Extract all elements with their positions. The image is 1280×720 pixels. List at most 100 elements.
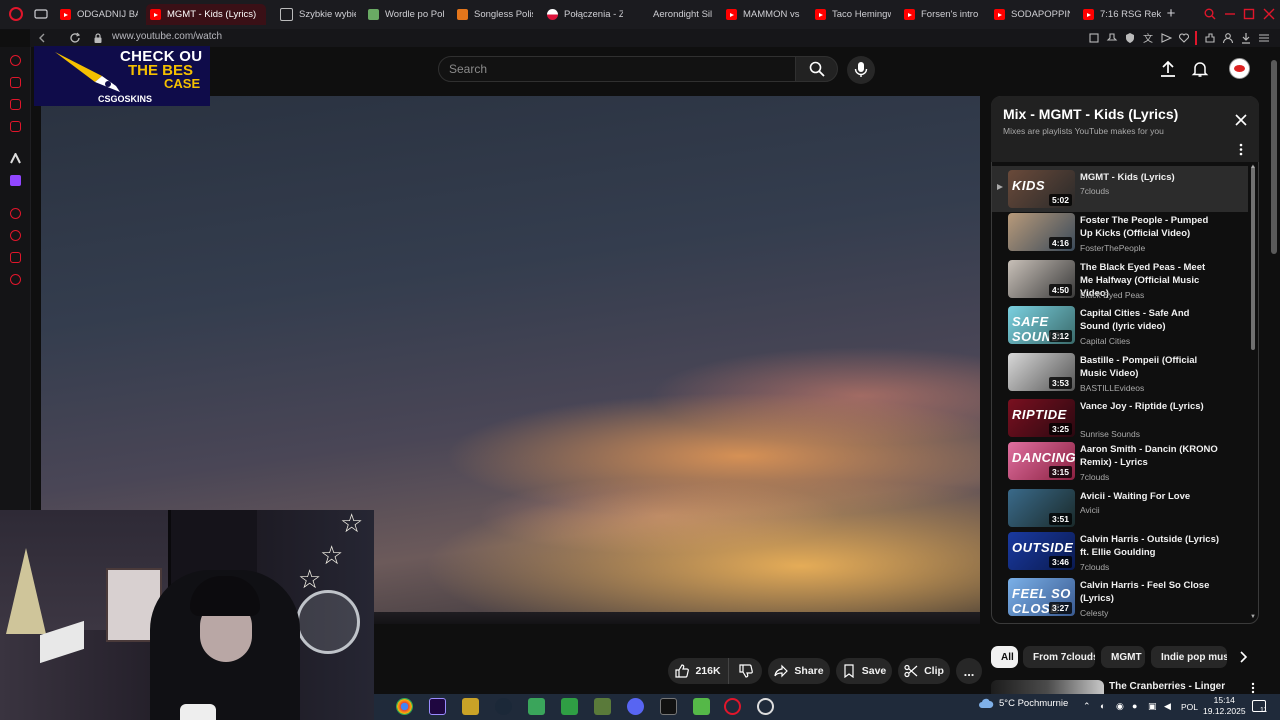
browser-tab[interactable]: MAMMON vs M — [722, 4, 802, 25]
video-title[interactable]: Foster The People - Pumped Up Kicks (Off… — [1080, 214, 1220, 240]
browser-tab[interactable]: Songless Polish — [453, 4, 533, 25]
playlist-item[interactable]: DANCING 3:15 Aaron Smith - Dancin (KRONO R… — [992, 438, 1248, 484]
opera-taskbar-icon[interactable] — [724, 698, 741, 715]
browser-tab[interactable]: SODAPOPPIN — [990, 4, 1070, 25]
channel-name[interactable]: BASTILLEvideos — [1080, 383, 1144, 393]
terminal-icon[interactable] — [660, 698, 677, 715]
microphone-tray-icon[interactable]: ● — [1132, 701, 1142, 711]
search-tabs-icon[interactable] — [1204, 8, 1216, 20]
browser-tab[interactable]: Forsen's intro c — [900, 4, 980, 25]
playlist-item[interactable]: 4:16 Foster The People - Pumped Up Kicks … — [992, 209, 1248, 255]
browser-tab[interactable]: Szybkie wybie — [276, 4, 356, 25]
new-tab-button[interactable]: + — [1163, 6, 1179, 22]
video-thumbnail[interactable]: 4:50 — [1008, 260, 1075, 298]
app-icon[interactable] — [462, 698, 479, 715]
browser-tab[interactable]: Wordle po Pols — [364, 4, 444, 25]
aria-icon[interactable] — [10, 55, 21, 66]
playlist-item[interactable]: 3:51 Avicii - Waiting For Love Avicii — [992, 485, 1248, 531]
account-avatar[interactable] — [1229, 58, 1250, 79]
reload-icon[interactable] — [69, 32, 81, 44]
snapshot-icon[interactable] — [1088, 32, 1100, 44]
playlist-item[interactable]: RIPTIDE 3:25 Vance Joy - Riptide (Lyrics) S… — [992, 395, 1248, 441]
video-title[interactable]: Vance Joy - Riptide (Lyrics) — [1080, 400, 1220, 413]
playlist-item[interactable]: KIDS 5:02 MGMT - Kids (Lyrics) 7clouds — [992, 166, 1248, 212]
channel-name[interactable]: Capital Cities — [1080, 336, 1130, 346]
upload-icon[interactable] — [1159, 60, 1177, 78]
messenger-icon[interactable] — [10, 99, 21, 110]
video-thumbnail[interactable]: 3:53 — [1008, 353, 1075, 391]
pin-icon[interactable] — [1106, 32, 1118, 44]
like-button[interactable]: 216K — [668, 658, 728, 684]
playlist-item[interactable]: SAFE SOUND 3:12 Capital Cities - Safe And … — [992, 302, 1248, 348]
discord-icon[interactable] — [627, 698, 644, 715]
steam-icon[interactable] — [495, 698, 512, 715]
video-thumbnail[interactable]: DANCING 3:15 — [1008, 442, 1075, 480]
page-scrollbar[interactable] — [1271, 60, 1277, 254]
download-icon[interactable] — [1240, 32, 1252, 44]
browser-tab[interactable]: 7:16 RSG Rekon — [1079, 4, 1161, 25]
tiktok-icon[interactable] — [10, 153, 21, 164]
save-button[interactable]: Save — [836, 658, 892, 684]
channel-name[interactable]: Black Eyed Peas — [1080, 290, 1144, 300]
launcher-icon[interactable] — [594, 698, 611, 715]
tray-app-icon[interactable]: ◐ — [1100, 701, 1110, 711]
channel-name[interactable]: Avicii — [1080, 505, 1100, 515]
video-thumbnail[interactable]: OUTSIDE 3:46 — [1008, 532, 1075, 570]
heart-icon[interactable] — [1178, 32, 1190, 44]
scroll-down-icon[interactable]: ▼ — [1250, 614, 1256, 620]
translate-icon[interactable]: 文 — [1142, 32, 1154, 44]
playlist-item[interactable]: 4:50 The Black Eyed Peas - Meet Me Halfwa… — [992, 256, 1248, 302]
close-window-icon[interactable] — [1263, 8, 1275, 20]
video-title[interactable]: Calvin Harris - Outside (Lyrics) ft. Ell… — [1080, 533, 1220, 559]
browser-tab[interactable]: MGMT - Kids (Lyrics) — [146, 4, 266, 25]
minecraft-icon[interactable] — [561, 698, 578, 715]
channel-name[interactable]: 7clouds — [1080, 472, 1109, 482]
notes-icon[interactable] — [528, 698, 545, 715]
game-icon[interactable] — [693, 698, 710, 715]
language-indicator[interactable]: POL — [1181, 702, 1198, 712]
tray-app-icon[interactable]: ▣ — [1148, 701, 1158, 711]
dislike-button[interactable] — [728, 658, 762, 684]
video-title[interactable]: Bastille - Pompeii (Official Music Video… — [1080, 354, 1220, 380]
search-box[interactable] — [438, 56, 796, 82]
maximize-icon[interactable] — [1243, 8, 1255, 20]
scroll-up-icon[interactable]: ▲ — [1250, 164, 1256, 170]
twitch-icon[interactable] — [10, 175, 21, 186]
filter-chip[interactable]: MGMT — [1101, 646, 1145, 668]
recommendation-title[interactable]: The Cranberries - Linger — [1109, 681, 1225, 692]
playlist-title[interactable]: Mix - MGMT - Kids (Lyrics) — [1003, 106, 1178, 122]
video-thumbnail[interactable]: SAFE SOUND 3:12 — [1008, 306, 1075, 344]
channel-name[interactable]: 7clouds — [1080, 562, 1109, 572]
playlist-item[interactable]: FEEL SO CLOSE 3:27 Calvin Harris - Feel So… — [992, 574, 1248, 620]
video-thumbnail[interactable]: 3:51 — [1008, 489, 1075, 527]
filter-chip[interactable]: All — [991, 646, 1018, 668]
playlist-menu-icon[interactable] — [1238, 143, 1244, 156]
video-thumbnail[interactable]: KIDS 5:02 — [1008, 170, 1075, 208]
obs-icon[interactable] — [757, 698, 774, 715]
notifications-bell-icon[interactable] — [1191, 60, 1209, 78]
search-input[interactable]: Search — [449, 62, 487, 76]
player-icon[interactable] — [10, 208, 21, 219]
adblock-shield-icon[interactable] — [1124, 32, 1136, 44]
video-title[interactable]: Avicii - Waiting For Love — [1080, 490, 1220, 503]
shopping-icon[interactable] — [10, 77, 21, 88]
extensions-sidebar-icon[interactable] — [10, 252, 21, 263]
video-title[interactable]: MGMT - Kids (Lyrics) — [1080, 171, 1220, 184]
video-thumbnail[interactable]: RIPTIDE 3:25 — [1008, 399, 1075, 437]
profile-icon[interactable] — [1222, 32, 1234, 44]
browser-tab[interactable]: Aerondight Silv — [632, 4, 712, 25]
browser-tab[interactable]: ODGADNIJ BA... — [56, 4, 138, 25]
playlist-item[interactable]: 3:53 Bastille - Pompeii (Official Music V… — [992, 349, 1248, 395]
history-icon[interactable] — [10, 230, 21, 241]
tray-app-icon[interactable]: ◉ — [1116, 701, 1126, 711]
voice-search-button[interactable] — [847, 56, 875, 84]
filter-chip[interactable]: Indie pop music — [1151, 646, 1227, 668]
vk-icon[interactable] — [10, 121, 21, 132]
playlist-scrollbar[interactable] — [1251, 166, 1255, 350]
weather-widget[interactable]: 5°C Pochmurnie — [978, 698, 1068, 709]
channel-name[interactable]: FosterThePeople — [1080, 243, 1145, 253]
clock[interactable]: 15:14 19.12.2025 — [1203, 695, 1246, 717]
video-thumbnail[interactable]: FEEL SO CLOSE 3:27 — [1008, 578, 1075, 616]
channel-name[interactable]: 7clouds — [1080, 186, 1109, 196]
lock-icon[interactable] — [92, 32, 104, 44]
